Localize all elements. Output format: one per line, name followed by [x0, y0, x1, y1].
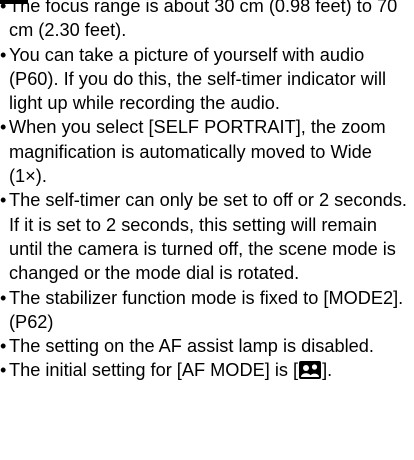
- af-mode-prefix: The initial setting for [AF MODE] is [: [9, 360, 299, 381]
- face-detection-icon: [299, 361, 322, 380]
- note-af-assist: The setting on the AF assist lamp is dis…: [0, 334, 414, 359]
- note-zoom: When you select [SELF PORTRAIT], the zoo…: [0, 115, 414, 188]
- note-af-mode: The initial setting for [AF MODE] is [ ]…: [0, 358, 414, 383]
- notes-list: The focus range is about 30 cm (0.98 fee…: [0, 0, 414, 383]
- note-stabilizer: The stabilizer function mode is fixed to…: [0, 286, 414, 335]
- note-audio: You can take a picture of yourself with …: [0, 43, 414, 116]
- af-mode-suffix: ].: [322, 360, 333, 381]
- note-focus-range: The focus range is about 30 cm (0.98 fee…: [0, 0, 414, 43]
- note-self-timer: The self-timer can only be set to off or…: [0, 188, 414, 285]
